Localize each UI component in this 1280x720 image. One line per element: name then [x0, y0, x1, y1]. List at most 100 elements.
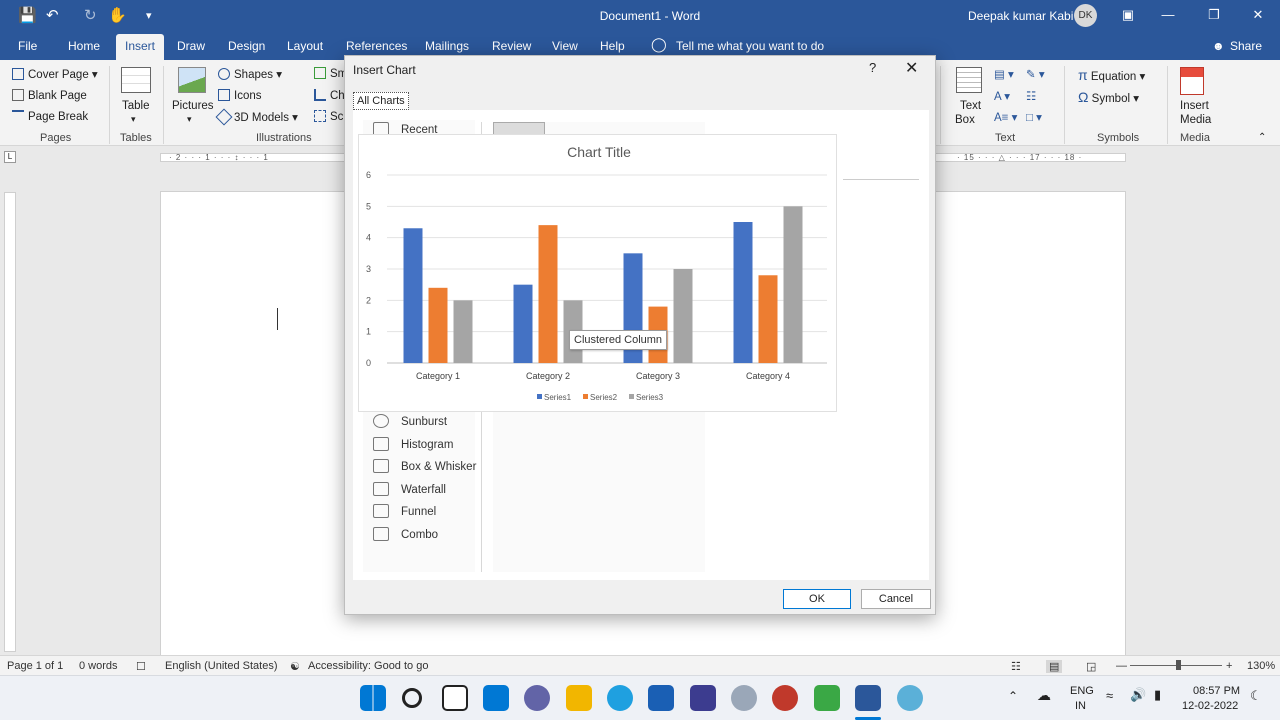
bar-series1-4[interactable]	[733, 222, 753, 363]
tab-view[interactable]: View	[552, 39, 578, 53]
customize-qat-icon[interactable]: ▾	[146, 8, 152, 24]
tab-file[interactable]: File	[18, 39, 37, 53]
object-icon[interactable]: □ ▾	[1026, 110, 1042, 124]
help-button[interactable]: ?	[869, 60, 876, 75]
notification-icon[interactable]: ☾	[1250, 688, 1262, 704]
table-chevron-down-icon[interactable]: ▾	[131, 114, 136, 125]
close-button[interactable]: ✕	[1238, 4, 1278, 26]
chart-button[interactable]: Ch	[314, 89, 345, 102]
word-count[interactable]: 0 words	[79, 660, 118, 672]
print-layout-icon[interactable]: ▤	[1046, 660, 1063, 673]
cancel-button[interactable]: Cancel	[861, 589, 931, 609]
edge-icon[interactable]	[607, 685, 633, 711]
start-icon[interactable]	[360, 685, 386, 711]
page-break-button[interactable]: Page Break	[12, 110, 88, 123]
zoom-level[interactable]: 130%	[1247, 660, 1275, 672]
clock-date[interactable]: 12-02-2022	[1182, 700, 1238, 712]
tab-draw[interactable]: Draw	[177, 39, 205, 53]
task-view-icon[interactable]	[442, 685, 468, 711]
volume-icon[interactable]: 🔊	[1130, 687, 1146, 703]
ok-button[interactable]: OK	[783, 589, 851, 609]
onedrive-icon[interactable]: ☁	[1037, 687, 1051, 704]
chart-type-funnel[interactable]: Funnel	[373, 504, 436, 518]
bar-series2-4[interactable]	[758, 275, 778, 363]
share-button[interactable]: Share	[1230, 39, 1262, 53]
tab-layout[interactable]: Layout	[287, 39, 323, 53]
vertical-ruler[interactable]	[4, 192, 16, 652]
web-layout-icon[interactable]: ◲	[1086, 660, 1096, 673]
blank-page-button[interactable]: Blank Page	[12, 89, 87, 102]
close-icon[interactable]: ✕	[905, 58, 918, 78]
word-app-icon[interactable]	[855, 685, 881, 711]
tab-all-charts[interactable]: All Charts	[353, 92, 409, 110]
battery-icon[interactable]: ▮	[1154, 687, 1161, 703]
bar-series3-4[interactable]	[783, 206, 803, 363]
equation-button[interactable]: π Equation ▾	[1078, 67, 1145, 83]
page-count[interactable]: Page 1 of 1	[7, 660, 63, 672]
language-region[interactable]: IN	[1075, 700, 1086, 712]
text-box-button-line2[interactable]: Box	[955, 114, 975, 126]
language-status[interactable]: English (United States)	[165, 660, 278, 672]
icons-button[interactable]: Icons	[218, 89, 262, 102]
symbol-button[interactable]: Ω Symbol ▾	[1078, 89, 1139, 105]
drop-cap-icon[interactable]: A≡ ▾	[994, 110, 1017, 124]
chart-type-histogram[interactable]: Histogram	[373, 437, 453, 451]
touch-mode-icon[interactable]: ✋	[108, 8, 127, 24]
language-indicator[interactable]: ENG	[1070, 685, 1094, 697]
tab-home[interactable]: Home	[68, 39, 100, 53]
settings-app-icon[interactable]	[731, 685, 757, 711]
camtasia-icon[interactable]	[814, 685, 840, 711]
chart-type-box-whisker[interactable]: Box & Whisker	[373, 459, 476, 473]
store-icon[interactable]	[648, 685, 674, 711]
signature-line-icon[interactable]: ✎ ▾	[1026, 67, 1045, 81]
chart-type-sunburst[interactable]: Sunburst	[373, 414, 447, 428]
tab-design[interactable]: Design	[228, 39, 265, 53]
collapse-ribbon-icon[interactable]: ⌃	[1258, 132, 1266, 143]
paint-icon[interactable]	[897, 685, 923, 711]
save-icon[interactable]: 💾	[18, 8, 37, 24]
app-icon[interactable]	[690, 685, 716, 711]
insert-media-button-line2[interactable]: Media	[1180, 114, 1211, 126]
pictures-chevron-down-icon[interactable]: ▾	[187, 114, 192, 125]
chart-type-waterfall[interactable]: Waterfall	[373, 482, 446, 496]
text-box-button[interactable]: Text	[960, 100, 981, 112]
tell-me-search[interactable]: Tell me what you want to do	[676, 39, 824, 53]
bar-series1-2[interactable]	[513, 284, 533, 363]
chart-title[interactable]: Chart Title	[567, 144, 631, 160]
screenshot-button[interactable]: Scr	[314, 110, 347, 123]
tab-references[interactable]: References	[346, 39, 407, 53]
bar-series2-2[interactable]	[538, 225, 558, 363]
wifi-icon[interactable]: ≈	[1106, 688, 1113, 703]
bar-series1-1[interactable]	[403, 228, 423, 363]
avatar[interactable]: DK	[1074, 4, 1097, 27]
tab-insert[interactable]: Insert	[116, 34, 165, 60]
chart-type-combo[interactable]: Combo	[373, 527, 438, 541]
zoom-slider-thumb[interactable]	[1176, 660, 1181, 670]
shapes-button[interactable]: Shapes ▾	[218, 67, 282, 81]
read-mode-icon[interactable]: ☷	[1011, 660, 1021, 673]
bar-series3-3[interactable]	[673, 269, 693, 363]
undo-icon[interactable]: ↶	[46, 8, 59, 24]
table-button[interactable]: Table	[122, 100, 150, 112]
accessibility-status[interactable]: Accessibility: Good to go	[308, 660, 428, 672]
3d-models-button[interactable]: 3D Models ▾	[215, 108, 298, 126]
teams-chat-icon[interactable]	[524, 685, 550, 711]
media-player-icon[interactable]	[772, 685, 798, 711]
show-hidden-icons[interactable]: ⌃	[1008, 689, 1018, 703]
share-icon[interactable]: ☻	[1212, 39, 1225, 53]
ribbon-display-icon[interactable]: ▣	[1108, 4, 1148, 26]
zoom-in-button[interactable]: +	[1226, 660, 1232, 672]
widgets-icon[interactable]	[483, 685, 509, 711]
proofing-icon[interactable]: ☐	[136, 660, 146, 673]
redo-icon[interactable]: ↻	[84, 8, 97, 24]
tab-selector-icon[interactable]: L	[4, 151, 16, 163]
clock-time[interactable]: 08:57 PM	[1193, 685, 1240, 697]
search-icon[interactable]	[402, 688, 422, 708]
insert-media-button[interactable]: Insert	[1180, 100, 1209, 112]
cover-page-button[interactable]: Cover Page ▾	[12, 67, 98, 81]
date-time-icon[interactable]: ☷	[1026, 89, 1036, 103]
tab-help[interactable]: Help	[600, 39, 625, 53]
smartart-button[interactable]: Sm	[314, 67, 347, 80]
tab-mailings[interactable]: Mailings	[425, 39, 469, 53]
chart-preview[interactable]: Chart Title 0 1 2 3 4 5 6 Category 1 Category 2 C…	[358, 134, 837, 412]
